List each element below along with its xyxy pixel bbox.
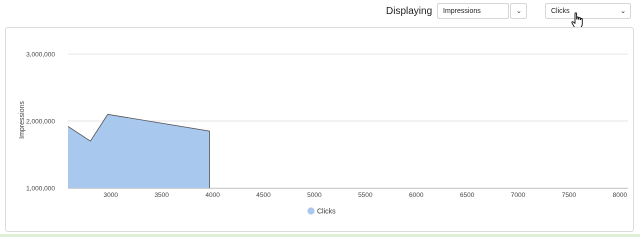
y-tick-label: 2,000,000 bbox=[26, 119, 55, 126]
y-tick-label: 3,000,000 bbox=[26, 52, 55, 59]
impressions-area-chart: 1,000,000 2,000,000 3,000,000 3000 3500 4000… bbox=[19, 52, 628, 216]
x-tick-label: 3000 bbox=[104, 192, 119, 199]
y-axis: 1,000,000 2,000,000 3,000,000 bbox=[26, 52, 55, 193]
x-axis: 3000 3500 4000 4500 5000 5500 6000 6500 7000 7500… bbox=[68, 188, 628, 199]
x-tick-label: 4500 bbox=[256, 192, 271, 199]
x-tick-label: 7000 bbox=[511, 192, 526, 199]
y-axis-title: Impressions bbox=[19, 101, 26, 139]
x-tick-label: 6500 bbox=[460, 192, 475, 199]
x-tick-label: 6000 bbox=[409, 192, 424, 199]
x-tick-label: 3500 bbox=[154, 192, 169, 199]
y-tick-label: 1,000,000 bbox=[26, 186, 55, 193]
series-area-0 bbox=[68, 114, 210, 188]
series-layer bbox=[67, 113, 210, 188]
x-tick-label: 4000 bbox=[205, 192, 220, 199]
footer-bar bbox=[0, 234, 640, 237]
legend-label[interactable]: Clicks bbox=[317, 209, 336, 216]
x-tick-label: 5500 bbox=[358, 192, 373, 199]
x-tick-label: 7500 bbox=[562, 192, 577, 199]
legend-swatch bbox=[307, 207, 315, 215]
x-tick-label: 5000 bbox=[307, 192, 322, 199]
chart-legend: Clicks bbox=[307, 207, 336, 216]
x-tick-label: 8000 bbox=[613, 192, 628, 199]
